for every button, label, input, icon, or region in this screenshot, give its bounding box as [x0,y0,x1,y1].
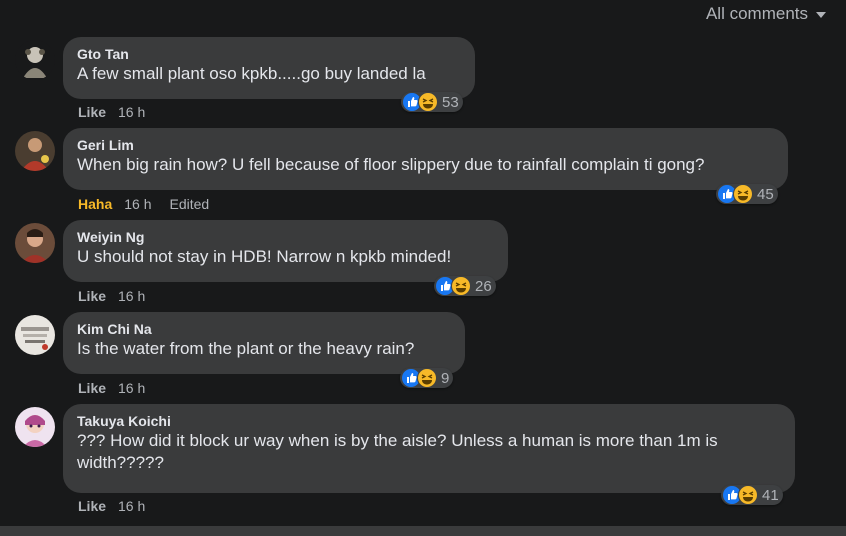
comment-filter-label: All comments [705,4,808,23]
comment-filter-dropdown[interactable]: All comments [706,4,826,24]
comment-actions: Like 16 h [78,498,145,514]
reaction-summary[interactable]: 9 [400,368,454,388]
comment-text: When big rain how? U fell because of flo… [77,155,705,174]
haha-reaction-icon [451,276,471,296]
haha-reaction-icon [738,485,758,505]
bottom-divider [0,526,846,536]
like-button[interactable]: Like [78,288,106,304]
avatar[interactable] [15,223,55,263]
comment-author[interactable]: Gto Tan [77,45,461,63]
like-button[interactable]: Like [78,104,106,120]
edited-label: Edited [169,196,210,212]
comment-timestamp[interactable]: 16 h [124,196,151,212]
comment-timestamp[interactable]: 16 h [118,380,145,396]
comment-timestamp[interactable]: 16 h [118,104,145,120]
comment-author[interactable]: Takuya Koichi [77,412,781,430]
comment-bubble: Kim Chi Na Is the water from the plant o… [63,312,465,374]
comment-author[interactable]: Kim Chi Na [77,320,451,338]
haha-button[interactable]: Haha [78,196,112,212]
reaction-summary[interactable]: 26 [434,276,496,296]
comment-author[interactable]: Weiyin Ng [77,228,494,246]
comment-text: ??? How did it block ur way when is by t… [77,431,718,472]
like-button[interactable]: Like [78,380,106,396]
caret-down-icon [816,12,826,18]
like-button[interactable]: Like [78,498,106,514]
comment-bubble: Gto Tan A few small plant oso kpkb.....g… [63,37,475,99]
reaction-summary[interactable]: 45 [716,184,778,204]
comment-text: U should not stay in HDB! Narrow n kpkb … [77,247,452,266]
comment-actions: Like 16 h [78,104,145,120]
comment-bubble: Weiyin Ng U should not stay in HDB! Narr… [63,220,508,282]
avatar[interactable] [15,40,55,80]
comment-bubble: Takuya Koichi ??? How did it block ur wa… [63,404,795,493]
comment-actions: Haha 16 h Edited [78,196,209,212]
comment-timestamp[interactable]: 16 h [118,288,145,304]
comment-actions: Like 16 h [78,288,145,304]
comment-text: Is the water from the plant or the heavy… [77,339,415,358]
reaction-count: 26 [475,277,492,295]
comment-bubble: Geri Lim When big rain how? U fell becau… [63,128,788,190]
reaction-count: 41 [762,486,779,504]
reaction-count: 45 [757,185,774,203]
comment-author[interactable]: Geri Lim [77,136,774,154]
haha-reaction-icon [418,92,438,112]
reaction-count: 9 [441,369,450,387]
haha-reaction-icon [733,184,753,204]
comment-text: A few small plant oso kpkb.....go buy la… [77,64,426,83]
comment-actions: Like 16 h [78,380,145,396]
avatar[interactable] [15,407,55,447]
avatar[interactable] [15,131,55,171]
comment-timestamp[interactable]: 16 h [118,498,145,514]
haha-reaction-icon [417,368,437,388]
reaction-summary[interactable]: 53 [401,92,463,112]
avatar[interactable] [15,315,55,355]
reaction-count: 53 [442,93,459,111]
reaction-summary[interactable]: 41 [721,485,783,505]
